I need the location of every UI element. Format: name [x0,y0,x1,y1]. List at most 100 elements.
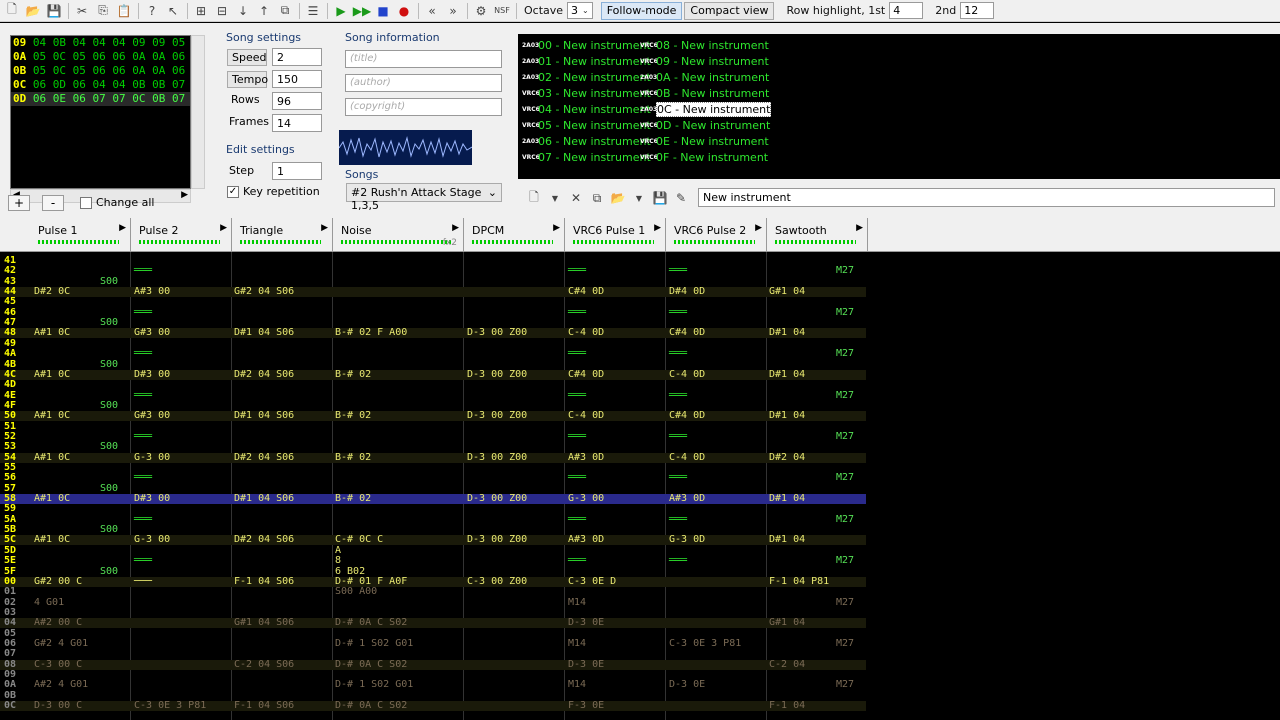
octave-select[interactable]: 3 ⌄ [567,2,593,19]
pattern-row[interactable]: 4D [0,380,866,390]
pattern-cell[interactable]: C-3 0E 3 P81 [134,701,206,711]
pattern-row[interactable]: 43 S00 [0,276,866,287]
pattern-cell[interactable]: ═══ [134,556,152,566]
pattern-cell[interactable]: C-# 0C C [335,535,383,545]
pattern-row[interactable]: 0B [0,690,866,701]
pattern-row[interactable]: 5E ═══ 8 ═══ ═══ M27 [0,556,866,566]
pattern-cell[interactable]: C-2 04 S06 [234,659,294,670]
pattern-cell[interactable]: D-# 1 S02 G01 [335,680,413,690]
insert-frame-icon[interactable]: ⊞ [191,2,211,20]
pattern-cell[interactable]: F-1 04 S06 [234,576,294,587]
pattern-cell[interactable]: D#2 0C [34,287,70,297]
pattern-row[interactable]: 48 A#1 0C G#3 00 D#1 04 S06 B-# 02 F A00 D-3 … [0,328,866,339]
frame-list-vertical-scrollbar[interactable] [191,35,205,189]
pattern-cell[interactable]: A#1 0C [34,411,70,421]
pattern-cell[interactable]: F-3 0E [568,701,604,711]
edit-instrument-icon[interactable]: ✎ [671,189,691,207]
instrument-list[interactable]: 2A0300 - New instrument 2A0301 - New inst… [518,34,1280,179]
add-instrument-icon[interactable]: 🗋 [524,189,544,207]
pattern-cell[interactable]: ═══ [134,473,152,483]
pattern-cell[interactable]: D-# 0A C S02 [335,659,407,670]
pattern-cell[interactable]: B-# 02 [335,494,371,504]
pattern-cell[interactable]: S00 [100,400,118,411]
pattern-cell[interactable]: D-3 00 C [34,701,82,711]
expand-effects-icon[interactable]: ▶ [654,223,661,233]
pattern-cell[interactable]: G#3 00 [134,411,170,421]
next-track-icon[interactable]: » [443,2,463,20]
frame-row[interactable]: 0B 05 0C 05 06 06 0A 0A 06 [11,64,190,78]
pattern-row[interactable]: 06 G#2 4 G01 D-# 1 S02 G01 M14 C-3 0E 3 P81 M… [0,638,866,649]
load-instrument-icon[interactable]: 📂 [608,189,628,207]
save-instrument-icon[interactable]: 💾 [650,189,670,207]
pattern-cell[interactable]: ═══ [568,514,586,525]
pattern-cell[interactable]: B-# 02 [335,452,371,463]
pattern-row[interactable]: 55 [0,463,866,473]
previous-track-icon[interactable]: « [422,2,442,20]
pattern-row[interactable]: 57 S00 [0,483,866,494]
pattern-cell[interactable]: D-3 00 Z00 [467,494,527,504]
compact-view-toggle[interactable]: Compact view [684,1,775,20]
scroll-right-icon[interactable]: ▶ [181,190,188,200]
pattern-row[interactable]: 58 A#1 0C D#3 00 D#1 04 S06 B-# 02 D-3 00 Z00… [0,494,866,505]
remove-frame-button[interactable]: - [42,195,64,211]
pattern-cell[interactable]: D#4 0D [669,287,705,297]
pattern-row[interactable]: 49 [0,338,866,349]
pattern-cell[interactable]: D-3 0E [669,680,705,690]
pattern-row[interactable]: 54 A#1 0C G-3 00 D#2 04 S06 B-# 02 D-3 00 Z00… [0,452,866,463]
key-repetition-checkbox[interactable]: ✓ Key repetition [227,185,320,198]
pattern-cell[interactable]: D#2 04 [769,452,805,463]
pattern-cell[interactable]: G#2 4 G01 [34,638,88,649]
pattern-cell[interactable]: F-1 04 P81 [769,576,829,587]
pattern-row[interactable]: 4B S00 [0,359,866,370]
step-spinner[interactable]: 1 [272,162,322,180]
frame-list[interactable]: 09 04 0B 04 04 04 09 09 05 0A 05 0C 05 06… [10,35,191,189]
pattern-cell[interactable]: C-3 0E D [568,576,616,587]
pattern-row[interactable]: 41 [0,256,866,266]
pattern-cell[interactable]: D-3 00 Z00 [467,535,527,545]
pattern-cell[interactable]: ═══ [568,390,586,401]
module-properties-icon[interactable]: ☰ [303,2,323,20]
pattern-cell[interactable]: M27 [836,349,854,359]
rows-spinner[interactable]: 96 [272,92,322,110]
pattern-cell[interactable]: D#2 04 S06 [234,452,294,463]
pattern-cell[interactable]: ═══ [134,390,152,401]
pattern-cell[interactable]: C#4 0D [669,411,705,421]
expand-effects-icon[interactable]: ▶ [321,223,328,233]
channel-header-item[interactable]: Triangle ▶ [232,218,333,252]
pattern-cell[interactable]: S00 [100,566,118,577]
pattern-cell[interactable]: M27 [836,638,854,649]
pattern-cell[interactable]: ═══ [669,514,687,525]
instrument-item[interactable]: 2A0306 - New instrument [522,134,651,150]
pattern-cell[interactable]: C#4 0D [669,328,705,338]
pattern-cell[interactable]: S00 [100,483,118,494]
channel-header-item[interactable]: Sawtooth ▶ [767,218,868,252]
move-frame-down-icon[interactable]: ↓ [233,2,253,20]
song-select[interactable]: #2 Rush'n Attack Stage 1,3,5 ⌄ [346,183,502,212]
remove-instrument-icon[interactable]: ✕ [566,189,586,207]
pattern-cell[interactable]: A#3 0D [669,494,705,504]
pattern-cell[interactable]: M27 [836,556,854,566]
pattern-cell[interactable]: ═══ [134,349,152,359]
instrument-item[interactable]: 2A030A - New instrument [640,70,769,86]
cut-icon[interactable]: ✂ [72,2,92,20]
pattern-cell[interactable]: C-3 00 Z00 [467,576,527,587]
expand-effects-icon[interactable]: ▶ [856,223,863,233]
pattern-editor[interactable]: 41 42 ═══ ═══ ═══ M27 43 S00 44 D#2 0C A#3 00 G#2 0… [0,252,1280,720]
speed-spinner[interactable]: 2 [272,48,322,66]
pattern-cell[interactable]: A#1 0C [34,369,70,380]
paste-icon[interactable]: 📋 [114,2,134,20]
pattern-cell[interactable]: D#1 04 [769,411,805,421]
pattern-cell[interactable]: G#1 04 S06 [234,618,294,628]
pattern-cell[interactable]: G-3 00 [134,452,170,463]
pattern-cell[interactable]: C-3 00 C [34,659,82,670]
pattern-cell[interactable]: ═══ [669,556,687,566]
pattern-cell[interactable]: M27 [836,680,854,690]
pattern-row[interactable]: 51 [0,421,866,432]
pattern-cell[interactable]: S00 [100,359,118,370]
channel-header-item[interactable]: Pulse 2 ▶ [131,218,232,252]
pattern-cell[interactable]: G-3 00 [568,494,604,504]
pattern-cell[interactable]: D#1 04 [769,369,805,380]
pattern-cell[interactable]: D#1 04 S06 [234,411,294,421]
dropdown-arrow-icon[interactable]: ▼ [545,189,565,207]
pattern-cell[interactable]: G#2 04 S06 [234,287,294,297]
